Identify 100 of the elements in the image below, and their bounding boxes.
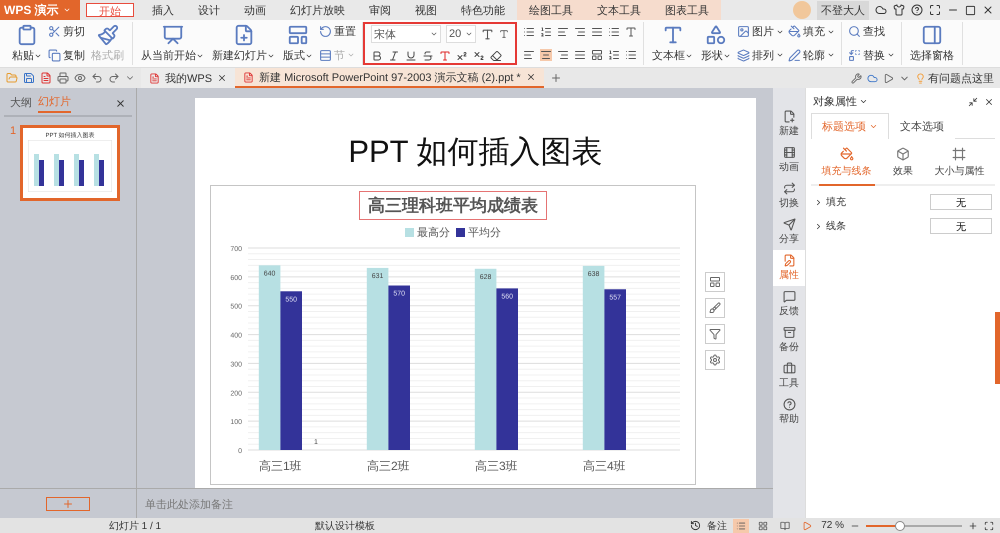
ribbon-button[interactable]: 重置 [319, 24, 356, 40]
shirt-icon[interactable] [893, 4, 905, 16]
side-nav-item[interactable]: 反馈 [773, 286, 805, 322]
print-icon[interactable] [57, 72, 69, 84]
close-icon[interactable] [984, 96, 994, 106]
close-icon[interactable] [982, 4, 994, 16]
side-nav-item[interactable]: 新建 [773, 106, 805, 142]
ribbon-button[interactable]: 粘贴 [10, 24, 44, 63]
bold-icon[interactable] [371, 50, 383, 62]
new-tab-icon[interactable] [550, 72, 562, 84]
panel-tab[interactable]: 大纲 [10, 95, 32, 112]
ribbon-button[interactable]: 文本框 [650, 24, 695, 63]
dock-icon[interactable] [968, 96, 978, 106]
ribbon-tab[interactable]: 图表工具 [653, 0, 721, 20]
maximize-icon[interactable] [965, 4, 976, 16]
notes-button[interactable]: 备注 [707, 518, 728, 532]
align-right-icon[interactable] [557, 49, 569, 62]
chart-settings-button[interactable] [705, 350, 725, 370]
font-size-field[interactable]: 20 [446, 25, 476, 44]
ribbon-button[interactable]: 新建幻灯片 [210, 24, 277, 63]
panel-collapse-handle[interactable] [995, 312, 1000, 384]
save-icon[interactable] [23, 72, 35, 84]
property-subtab[interactable]: 大小与属性 [931, 145, 988, 186]
clear-format-icon[interactable] [490, 50, 502, 62]
underline-icon[interactable] [405, 50, 417, 62]
wrench-icon[interactable] [851, 72, 862, 84]
close-icon[interactable] [526, 72, 536, 82]
zoom-slider-thumb[interactable] [894, 520, 905, 530]
normal-view-button[interactable] [733, 518, 750, 532]
value-dropdown[interactable]: 无 [930, 194, 992, 210]
ribbon-tab[interactable]: 幻灯片放映 [278, 0, 357, 20]
slide-title[interactable]: PPT 如何插入图表 [348, 131, 603, 173]
ribbon-tab[interactable]: 审阅 [357, 0, 403, 20]
fit-icon[interactable] [984, 520, 994, 530]
undo-icon[interactable] [91, 72, 103, 84]
side-nav-item[interactable]: 备份 [773, 322, 805, 358]
ribbon-tab[interactable]: 特色功能 [449, 0, 517, 20]
ribbon-tab[interactable]: 插入 [140, 0, 186, 20]
side-nav-item[interactable]: 分享 [773, 214, 805, 250]
strikethrough-icon[interactable] [422, 50, 434, 62]
ribbon-button[interactable]: 排列 [737, 48, 784, 63]
ribbon-button[interactable]: 从当前开始 [139, 24, 206, 63]
side-nav-item[interactable]: 帮助 [773, 394, 805, 430]
ribbon-tab[interactable]: 绘图工具 [517, 0, 585, 20]
subscript-icon[interactable] [473, 50, 485, 62]
align-center-icon[interactable] [540, 49, 552, 62]
ribbon-tab[interactable]: 设计 [186, 0, 232, 20]
send-icon [782, 218, 796, 231]
ribbon-tab[interactable]: 文本工具 [585, 0, 653, 20]
document-tab[interactable]: 新建 Microsoft PowerPoint 97-2003 演示文稿 (2).ppt * [235, 68, 544, 88]
help-link[interactable]: 有问题点这里 [915, 70, 994, 86]
close-icon[interactable] [217, 73, 228, 83]
justify-icon[interactable] [574, 49, 586, 62]
font-color-icon[interactable] [439, 50, 451, 62]
image-icon [737, 25, 750, 38]
side-nav-item[interactable]: 工具 [773, 358, 805, 394]
preview-icon[interactable] [74, 72, 86, 84]
copy-icon [48, 48, 61, 62]
section-toggle[interactable]: 线条 [814, 219, 846, 233]
template-name: 默认设计模板 [314, 520, 376, 532]
side-nav-item[interactable]: 属性 [773, 250, 805, 286]
sync-icon[interactable] [875, 4, 887, 16]
chart-filter-button[interactable] [705, 324, 725, 344]
ribbon-button[interactable]: 复制 [48, 48, 85, 63]
document-tab[interactable]: 我的WPS [141, 68, 236, 88]
superscript-icon[interactable] [456, 50, 468, 62]
side-nav-item[interactable]: 动画 [773, 142, 805, 178]
italic-icon[interactable] [388, 50, 400, 62]
chart-elements-button[interactable] [705, 272, 725, 292]
history-icon[interactable] [690, 520, 702, 531]
close-icon[interactable] [115, 98, 126, 109]
value-dropdown[interactable]: 无 [930, 218, 992, 234]
ribbon-button[interactable]: 查找 [848, 24, 895, 40]
numbered-list-icon[interactable] [540, 26, 552, 38]
cloud-icon[interactable] [867, 72, 878, 84]
chart-title[interactable]: 高三理科班平均成绩表 [359, 191, 547, 220]
ribbon-button[interactable]: 轮廓 [788, 48, 835, 63]
ribbon-button[interactable]: 填充 [788, 24, 835, 40]
align-left-icon[interactable] [523, 49, 535, 62]
ribbon-button[interactable]: 图片 [737, 24, 784, 40]
pdf-icon[interactable] [40, 72, 52, 84]
panel-title[interactable]: 对象属性 [813, 94, 868, 109]
ribbon-button[interactable]: 选择窗格 [908, 24, 956, 63]
help-icon[interactable] [911, 4, 923, 16]
ribbon-button[interactable]: 替换 [848, 48, 895, 63]
user-name[interactable]: 不登大人 [817, 0, 869, 20]
chart-style-button[interactable] [705, 298, 725, 318]
redo-icon[interactable] [108, 72, 120, 84]
property-subtab[interactable]: 效果 [890, 145, 916, 186]
zoom-in-icon[interactable] [968, 520, 978, 530]
ribbon-tab[interactable]: 动画 [232, 0, 278, 20]
ribbon-tab[interactable]: 视图 [403, 0, 449, 20]
ribbon-tab[interactable]: 开始 [86, 3, 134, 17]
ribbon-button[interactable]: 剪切 [48, 24, 85, 40]
font-name-field[interactable]: 宋体 [371, 25, 441, 44]
ribbon-button[interactable]: 版式 [281, 24, 315, 63]
side-nav-item[interactable]: 切换 [773, 178, 805, 214]
ribbon-button[interactable]: 形状 [699, 24, 733, 63]
play-icon[interactable] [883, 72, 894, 84]
section-toggle[interactable]: 填充 [814, 195, 846, 209]
